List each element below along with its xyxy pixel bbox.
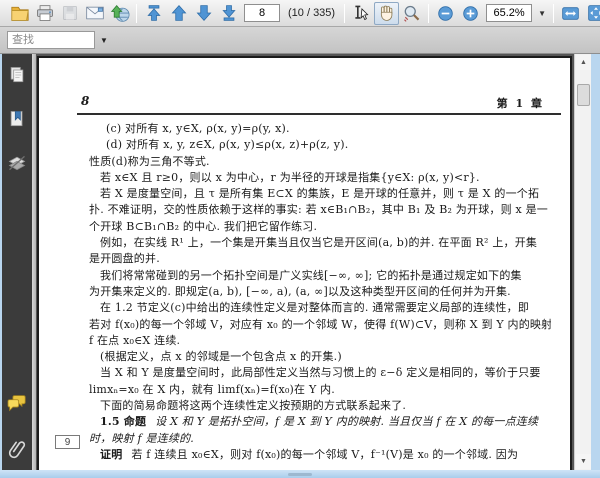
text-line: 若 x∈X 且 r≥0，则以 x 为中心，r 为半径的开球是指集{y∈X: ρ(… — [100, 170, 480, 184]
window-resize-grip[interactable] — [288, 473, 312, 476]
comments-panel-icon — [7, 394, 27, 412]
fit-page-button[interactable] — [583, 2, 600, 25]
hand-tool-button[interactable] — [374, 1, 400, 25]
proof-label: 证明 — [100, 447, 123, 461]
share-upload-icon — [110, 4, 130, 23]
scroll-up-button[interactable]: ▲ — [576, 55, 591, 70]
main-area: 8 第 1 章 9 (c) 对所有 x, y∈X, ρ(x, y)=ρ(y, x… — [0, 54, 600, 470]
layers-panel-icon — [7, 153, 27, 173]
select-text-icon — [352, 4, 371, 22]
fit-page-icon — [587, 4, 600, 22]
next-page-icon — [195, 4, 213, 22]
sidebar-comments-button[interactable] — [4, 390, 30, 416]
text-line: 在 1.2 节定义(c)中给出的连续性定义是对整体而言的. 通常需要定义局部的连… — [100, 301, 530, 315]
toolbar-separator — [344, 3, 346, 23]
page-header-rule — [77, 113, 561, 115]
previous-page-button[interactable] — [166, 2, 191, 25]
first-page-icon — [145, 4, 163, 22]
bookmarks-panel-icon — [7, 109, 27, 129]
open-file-button[interactable] — [7, 2, 32, 25]
main-toolbar: (10 / 335) ▼ — [0, 0, 600, 27]
navigation-sidebar — [2, 54, 32, 470]
proof-line: 证明若 f 连续且 x₀∈X，则对 f(x₀)的每一个邻域 V，f⁻¹(V)是 … — [89, 447, 551, 463]
sidebar-attachments-button[interactable] — [4, 436, 30, 462]
text-line: (d) 对所有 x, y, z∈X, ρ(x, y)≤ρ(x, z)+ρ(z, … — [106, 138, 349, 152]
document-viewport[interactable]: 8 第 1 章 9 (c) 对所有 x, y∈X, ρ(x, y)=ρ(y, x… — [36, 54, 574, 470]
text-line: f 在点 x₀∈X 连续. — [89, 333, 181, 347]
text-line: 扑. 不难证明，交的性质依赖于这样的事实: 若 x∈B₁∩B₂，其中 B₁ 及 … — [89, 203, 549, 217]
scroll-up-arrow-icon: ▲ — [580, 59, 587, 66]
print-button[interactable] — [32, 2, 57, 25]
zoom-out-icon — [437, 5, 454, 22]
email-icon — [85, 5, 105, 21]
last-page-button[interactable] — [216, 2, 241, 25]
zoom-out-button[interactable] — [433, 2, 458, 25]
text-line: 是开圆盘的并. — [89, 252, 160, 266]
text-line: 我们将常常碰到的另一个拓扑空间是广义实线[−∞, ∞]; 它的拓扑是通过规定如下… — [100, 268, 522, 282]
text-line: 为开集来定义的. 即规定(a, b), [−∞, a), (a, ∞]以及这种类… — [89, 284, 511, 298]
vertical-scrollbar[interactable]: ▲ ▼ — [574, 54, 591, 470]
text-line: limxₙ=x₀ 在 X 内，就有 limf(xₙ)=f(x₀)在 Y 内. — [89, 382, 335, 396]
sidebar-pages-button[interactable] — [4, 62, 30, 88]
attachments-paperclip-icon — [7, 438, 27, 460]
scroll-down-button[interactable]: ▼ — [576, 454, 591, 469]
scroll-down-arrow-icon: ▼ — [580, 458, 587, 465]
find-bar: ▼ — [0, 27, 600, 54]
proposition-label: 1.5 命题 — [100, 415, 147, 429]
sidebar-bookmarks-button[interactable] — [4, 106, 30, 132]
pdf-viewer-window: (10 / 335) ▼ — [0, 0, 600, 478]
proposition-line: 1.5 命题设 X 和 Y 是拓扑空间，f 是 X 到 Y 内的映射. 当且仅当… — [89, 414, 551, 430]
zoom-level-input[interactable] — [486, 4, 533, 22]
toolbar-separator — [428, 3, 430, 23]
sidebar-layers-button[interactable] — [4, 150, 30, 176]
hand-tool-icon — [377, 4, 396, 23]
margin-page-link[interactable]: 9 — [55, 435, 80, 449]
text-line: 当 X 和 Y 是度量空间时，此局部性定义当然与习惯上的 ε−δ 定义是相同的，… — [100, 366, 541, 380]
share-upload-button[interactable] — [107, 2, 132, 25]
zoom-dropdown-arrow[interactable]: ▼ — [535, 9, 549, 18]
pages-panel-icon — [7, 65, 27, 85]
text-line: 若 X 是度量空间，且 τ 是所有集 E⊂X 的集族，E 是开球的任意并，则 τ… — [100, 187, 540, 201]
scrollbar-thumb[interactable] — [577, 84, 590, 106]
open-folder-icon — [10, 4, 30, 22]
last-page-icon — [220, 4, 238, 22]
text-line: 例如，在实线 R¹ 上，一个集是开集当且仅当它是开区间(a, b)的并. 在平面… — [100, 236, 538, 250]
page-body-text: (c) 对所有 x, y∈X, ρ(x, y)=ρ(y, x). (d) 对所有… — [89, 121, 551, 463]
proof-text: 若 f 连续且 x₀∈X，则对 f(x₀)的每一个邻域 V，f⁻¹(V)是 x₀… — [131, 447, 519, 461]
toolbar-separator — [136, 3, 137, 23]
save-button[interactable] — [57, 2, 82, 25]
find-input[interactable] — [7, 31, 95, 49]
document-page: 8 第 1 章 9 (c) 对所有 x, y∈X, ρ(x, y)=ρ(y, x… — [37, 56, 572, 470]
toolbar-separator — [553, 3, 555, 23]
zoom-in-button[interactable] — [458, 2, 483, 25]
text-line: (根据定义，点 x 的邻域是一个包含点 x 的开集.) — [100, 350, 342, 364]
proposition-text: 设 X 和 Y 是拓扑空间，f 是 X 到 Y 内的映射. 当且仅当 f 在 X… — [155, 415, 539, 429]
print-icon — [35, 4, 55, 23]
select-text-tool-button[interactable] — [349, 2, 374, 25]
find-dropdown-arrow[interactable]: ▼ — [95, 34, 113, 47]
fit-width-icon — [561, 5, 580, 22]
page-count-indicator: (10 / 335) — [288, 7, 336, 19]
window-frame-right — [591, 54, 600, 470]
text-line: 个开球 B⊂B₁∩B₂ 的中心. 我们把它留作练习. — [89, 219, 318, 233]
zoom-marquee-icon — [402, 4, 421, 23]
proposition-line: 时，映射 f 是连续的. — [89, 431, 194, 445]
page-number-input[interactable] — [244, 4, 280, 22]
zoom-marquee-tool-button[interactable] — [399, 2, 424, 25]
zoom-in-icon — [462, 5, 479, 22]
previous-page-icon — [170, 4, 188, 22]
save-icon — [61, 4, 79, 22]
page-header-number: 8 — [81, 94, 90, 108]
text-line: 性质(d)称为三角不等式. — [89, 154, 210, 168]
text-line: 下面的简易命题将这两个连续性定义按预期的方式联系起来了. — [100, 399, 407, 413]
page-header-chapter: 第 1 章 — [496, 97, 544, 110]
fit-width-button[interactable] — [558, 2, 583, 25]
first-page-button[interactable] — [141, 2, 166, 25]
text-line: (c) 对所有 x, y∈X, ρ(x, y)=ρ(y, x). — [106, 122, 290, 135]
text-line: 若对 f(x₀)的每一个邻域 V，对应有 x₀ 的一个邻域 W，使得 f(W)⊂… — [89, 317, 551, 331]
email-button[interactable] — [82, 2, 107, 25]
next-page-button[interactable] — [191, 2, 216, 25]
